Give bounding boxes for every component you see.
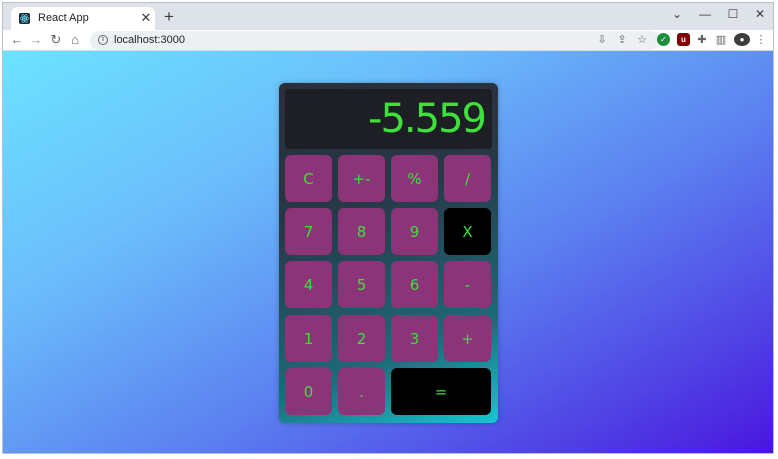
tab-react-app[interactable]: React App ✕ bbox=[11, 7, 155, 30]
browser-window: React App ✕ + ⌄ — ☐ ✕ ← → ↻ ⌂ i localhos… bbox=[2, 2, 774, 454]
add-button[interactable]: + bbox=[444, 315, 491, 362]
digit-9-button[interactable]: 9 bbox=[391, 208, 438, 255]
close-window-button[interactable]: ✕ bbox=[750, 6, 770, 22]
percent-button[interactable]: % bbox=[391, 155, 438, 202]
address-bar[interactable]: i localhost:3000 ⇩ ⇪ ☆ bbox=[90, 31, 659, 50]
clear-button[interactable]: C bbox=[285, 155, 332, 202]
reload-button[interactable]: ↻ bbox=[48, 32, 64, 48]
calculator-display: -5.559 bbox=[285, 89, 492, 149]
display-value: -5.559 bbox=[368, 96, 487, 142]
page-viewport: -5.559 C +-%/ 7 8 9 X 4 5 6- 1 2 3 +0. = bbox=[3, 51, 773, 453]
digit-5-button[interactable]: 5 bbox=[338, 261, 385, 308]
ublock-extension-icon[interactable]: u bbox=[677, 33, 690, 46]
side-panel-icon[interactable]: ▥ bbox=[714, 33, 728, 47]
tab-close-icon[interactable]: ✕ bbox=[139, 11, 153, 25]
negate-button[interactable]: +- bbox=[338, 155, 385, 202]
digit-3-button[interactable]: 3 bbox=[391, 315, 438, 362]
puzzle-extensions-icon[interactable]: ✚ bbox=[695, 33, 709, 47]
kebab-menu-icon[interactable]: ⋮ bbox=[754, 33, 768, 47]
forward-button[interactable]: → bbox=[28, 32, 44, 48]
calculator: -5.559 C +-%/ 7 8 9 X 4 5 6- 1 2 3 +0. = bbox=[279, 83, 498, 423]
minimize-button[interactable]: — bbox=[695, 6, 715, 22]
browser-toolbar: ← → ↻ ⌂ i localhost:3000 ⇩ ⇪ ☆ ✓ u ✚ ▥ ●… bbox=[3, 30, 773, 51]
digit-7-button[interactable]: 7 bbox=[285, 208, 332, 255]
site-info-icon[interactable]: i bbox=[98, 35, 108, 45]
subtract-button[interactable]: - bbox=[444, 261, 491, 308]
digit-6-button[interactable]: 6 bbox=[391, 261, 438, 308]
equals-button[interactable]: = bbox=[391, 368, 491, 415]
new-tab-button[interactable]: + bbox=[161, 8, 177, 25]
digit-8-button[interactable]: 8 bbox=[338, 208, 385, 255]
digit-2-button[interactable]: 2 bbox=[338, 315, 385, 362]
profile-avatar-icon[interactable]: ● bbox=[734, 33, 750, 46]
tab-title: React App bbox=[38, 12, 89, 24]
install-app-icon[interactable]: ⇩ bbox=[595, 33, 609, 47]
back-button[interactable]: ← bbox=[9, 32, 25, 48]
home-button[interactable]: ⌂ bbox=[67, 32, 83, 48]
react-icon bbox=[19, 13, 30, 24]
tab-search-chevron-icon[interactable]: ⌄ bbox=[667, 6, 687, 22]
share-icon[interactable]: ⇪ bbox=[615, 33, 629, 47]
multiply-button[interactable]: X bbox=[444, 208, 491, 255]
bookmark-star-icon[interactable]: ☆ bbox=[635, 33, 649, 47]
digit-0-button[interactable]: 0 bbox=[285, 368, 332, 415]
divide-button[interactable]: / bbox=[444, 155, 491, 202]
decimal-button[interactable]: . bbox=[338, 368, 385, 415]
check-extension-icon[interactable]: ✓ bbox=[657, 33, 670, 46]
digit-1-button[interactable]: 1 bbox=[285, 315, 332, 362]
url-text: localhost:3000 bbox=[114, 34, 185, 46]
maximize-button[interactable]: ☐ bbox=[723, 6, 743, 22]
digit-4-button[interactable]: 4 bbox=[285, 261, 332, 308]
tab-strip: React App ✕ + ⌄ — ☐ ✕ bbox=[3, 3, 773, 30]
